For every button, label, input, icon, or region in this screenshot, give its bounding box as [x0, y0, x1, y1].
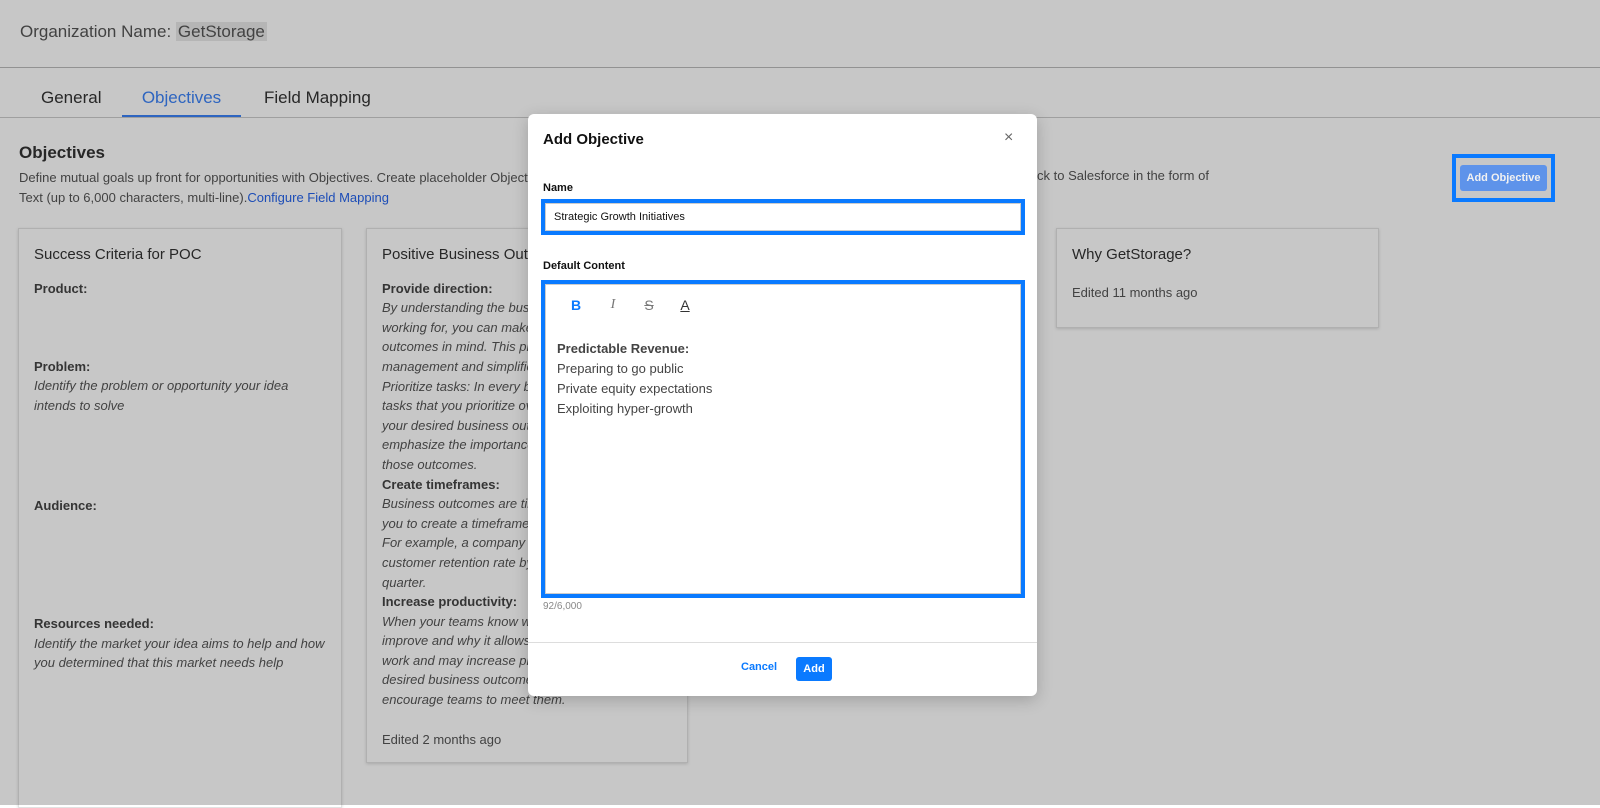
- editor-content[interactable]: Predictable Revenue: Preparing to go pub…: [557, 339, 712, 419]
- rich-text-editor[interactable]: B I S A Predictable Revenue: Preparing t…: [545, 284, 1021, 594]
- default-content-label: Default Content: [543, 260, 625, 272]
- add-objective-button[interactable]: Add Objective: [1460, 165, 1547, 191]
- cancel-button[interactable]: Cancel: [741, 661, 777, 673]
- close-icon[interactable]: ×: [1004, 129, 1013, 147]
- add-objective-modal: Add Objective × Name Default Content B I…: [528, 114, 1037, 696]
- add-objective-highlight: Add Objective: [1452, 154, 1555, 202]
- strikethrough-icon[interactable]: S: [639, 297, 659, 313]
- text-color-icon[interactable]: A: [675, 297, 695, 313]
- italic-icon[interactable]: I: [603, 297, 623, 313]
- name-input[interactable]: [545, 203, 1021, 231]
- content-line: Preparing to go public: [557, 361, 684, 376]
- name-field-highlight: [541, 199, 1025, 235]
- modal-title: Add Objective: [543, 131, 644, 148]
- character-counter: 92/6,000: [543, 601, 582, 612]
- add-button[interactable]: Add: [796, 657, 832, 681]
- content-line: Private equity expectations: [557, 381, 713, 396]
- content-line: Exploiting hyper-growth: [557, 401, 693, 416]
- modal-divider: [528, 642, 1037, 643]
- content-heading: Predictable Revenue:: [557, 341, 690, 356]
- bold-icon[interactable]: B: [566, 297, 586, 313]
- content-editor-highlight: B I S A Predictable Revenue: Preparing t…: [541, 280, 1025, 598]
- name-label: Name: [543, 182, 573, 194]
